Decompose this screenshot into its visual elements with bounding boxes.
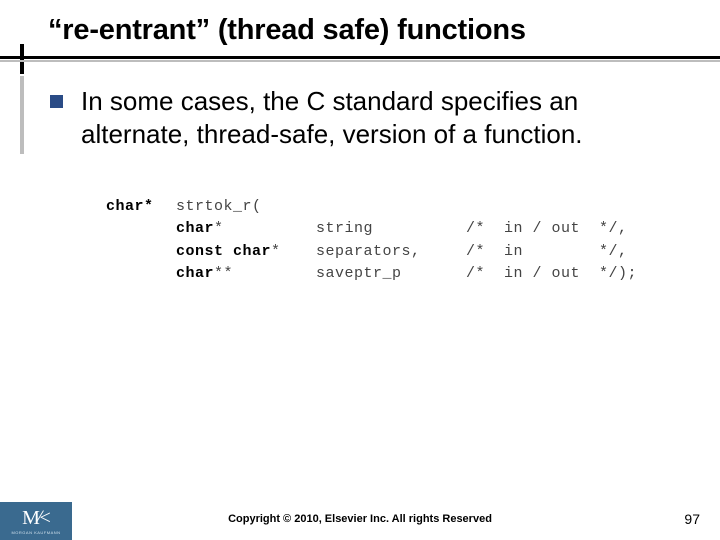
code-param-type: char bbox=[176, 265, 214, 282]
bullet-item: In some cases, the C standard specifies … bbox=[50, 85, 692, 152]
title-area: “re-entrant” (thread safe) functions bbox=[0, 0, 720, 55]
code-param-comment: /* in */, bbox=[466, 241, 636, 264]
code-line-param: const char* separators,/* in */, bbox=[106, 241, 692, 264]
code-param-name: separators, bbox=[316, 241, 466, 264]
logo-subtext: MORGAN KAUFMANN bbox=[11, 530, 60, 535]
code-line-param: char** saveptr_p/* in / out */); bbox=[106, 263, 692, 286]
code-line-param: char* string/* in / out */, bbox=[106, 218, 692, 241]
code-param-type: const char bbox=[176, 243, 271, 260]
code-param-name: string bbox=[316, 218, 466, 241]
square-bullet-icon bbox=[50, 95, 63, 108]
slide: “re-entrant” (thread safe) functions In … bbox=[0, 0, 720, 540]
code-param-ptr: * bbox=[271, 243, 281, 260]
code-param-ptr: ** bbox=[214, 265, 233, 282]
bullet-text: In some cases, the C standard specifies … bbox=[81, 85, 692, 152]
code-signature: char*strtok_r( char*string/* in / out */… bbox=[106, 196, 692, 286]
slide-footer: M/< MORGAN KAUFMANN Copyright © 2010, El… bbox=[0, 502, 720, 540]
code-line-fn: char*strtok_r( bbox=[106, 196, 692, 219]
code-return-type: char* bbox=[106, 196, 176, 219]
code-param-type: char bbox=[176, 220, 214, 237]
code-param-ptr: * bbox=[214, 220, 224, 237]
code-param-comment: /* in / out */, bbox=[466, 218, 636, 241]
code-param-comment: /* in / out */); bbox=[466, 263, 636, 286]
slide-body: In some cases, the C standard specifies … bbox=[0, 55, 720, 286]
code-param-name: saveptr_p bbox=[316, 263, 466, 286]
page-number: 97 bbox=[684, 511, 700, 527]
copyright-text: Copyright © 2010, Elsevier Inc. All righ… bbox=[0, 513, 720, 525]
code-fn-name: strtok_r( bbox=[176, 196, 262, 219]
slide-title: “re-entrant” (thread safe) functions bbox=[48, 14, 720, 47]
